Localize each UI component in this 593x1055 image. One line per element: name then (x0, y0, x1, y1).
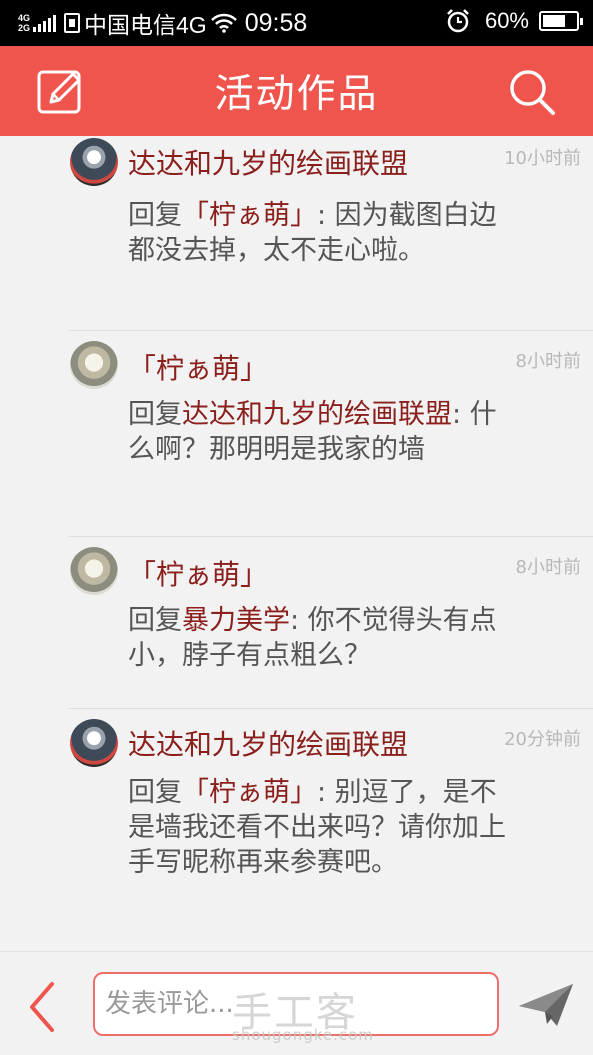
sim-icon (64, 13, 81, 33)
reply-prefix: 回复 (128, 200, 182, 231)
battery-percent: 60% (484, 8, 529, 33)
comment-username[interactable]: 达达和九岁的绘画联盟 (128, 142, 408, 182)
comment-item: 达达和九岁的绘画联盟 20分钟前 回复「柠ぁ萌」: 别逗了，是不是墙我还看不出来… (68, 709, 593, 949)
battery-icon (539, 11, 583, 31)
clock: 09:58 (244, 8, 308, 37)
reply-mention[interactable]: 「柠ぁ萌」 (182, 777, 317, 808)
comment-username[interactable]: 达达和九岁的绘画联盟 (128, 723, 408, 763)
network-top: 4G (18, 13, 31, 23)
comment-body: 回复「柠ぁ萌」: 别逗了，是不是墙我还看不出来吗？请你加上手写昵称再来参赛吧。 (128, 775, 518, 880)
avatar[interactable] (70, 341, 118, 389)
reply-mention[interactable]: 暴力美学 (182, 605, 290, 636)
avatar[interactable] (70, 547, 118, 595)
comment-body: 回复达达和九岁的绘画联盟: 什么啊？那明明是我家的墙 (128, 397, 518, 467)
send-icon[interactable] (517, 982, 575, 1028)
comment-item: 「柠ぁ萌」 8小时前 回复达达和九岁的绘画联盟: 什么啊？那明明是我家的墙 (68, 331, 593, 537)
reply-prefix: 回复 (128, 399, 182, 430)
comment-username[interactable]: 「柠ぁ萌」 (128, 553, 268, 593)
edit-icon[interactable] (35, 66, 87, 118)
comment-time: 20分钟前 (504, 729, 581, 750)
chevron-left-icon[interactable] (24, 980, 60, 1034)
page-title: 活动作品 (214, 72, 379, 117)
wifi-icon (210, 13, 237, 33)
comment-time: 10小时前 (504, 148, 581, 169)
comment-body: 回复「柠ぁ萌」: 因为截图白边都没去掉，太不走心啦。 (128, 198, 518, 268)
signal-icon (33, 14, 57, 32)
reply-prefix: 回复 (128, 777, 182, 808)
carrier-name: 中国电信4G (84, 12, 207, 38)
reply-mention[interactable]: 达达和九岁的绘画联盟 (182, 399, 452, 430)
reply-mention[interactable]: 「柠ぁ萌」 (182, 200, 317, 231)
comment-input-bar (0, 951, 593, 1055)
avatar[interactable] (70, 719, 118, 767)
network-bottom: 2G (18, 23, 31, 33)
avatar[interactable] (70, 138, 118, 186)
comment-body: 回复暴力美学: 你不觉得头有点小，脖子有点粗么？ (128, 603, 518, 673)
comment-username[interactable]: 「柠ぁ萌」 (128, 347, 268, 387)
alarm-icon (447, 9, 469, 33)
network-type: 4G 2G (18, 13, 30, 33)
comment-item: 「柠ぁ萌」 8小时前 回复暴力美学: 你不觉得头有点小，脖子有点粗么？ (68, 537, 593, 709)
comment-input[interactable] (93, 972, 499, 1036)
search-icon[interactable] (506, 66, 558, 118)
comment-list: 达达和九岁的绘画联盟 10小时前 回复「柠ぁ萌」: 因为截图白边都没去掉，太不走… (0, 136, 593, 951)
comment-item: 达达和九岁的绘画联盟 10小时前 回复「柠ぁ萌」: 因为截图白边都没去掉，太不走… (68, 136, 593, 331)
comment-time: 8小时前 (515, 351, 581, 372)
status-bar: 4G 2G 中国电信4G 09:58 60% (0, 0, 593, 46)
top-nav: 活动作品 (0, 46, 593, 136)
comment-time: 8小时前 (515, 557, 581, 578)
reply-prefix: 回复 (128, 605, 182, 636)
